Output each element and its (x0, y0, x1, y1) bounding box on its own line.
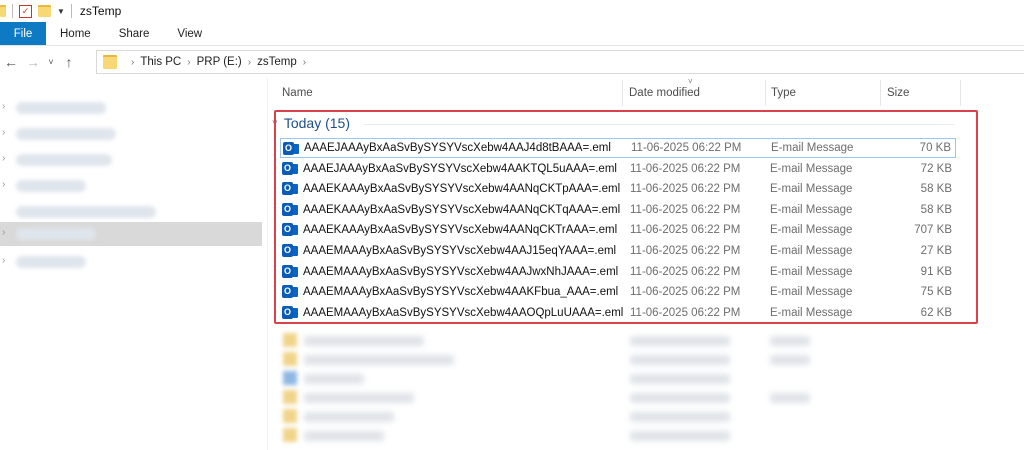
recent-locations-icon[interactable]: ˅ (44, 57, 58, 67)
ribbon-tabs: File Home Share View (0, 22, 1024, 46)
tab-view[interactable]: View (163, 22, 216, 45)
new-folder-icon[interactable] (38, 5, 51, 17)
nav-item[interactable] (0, 200, 262, 224)
column-header-name[interactable]: Name (282, 80, 313, 106)
nav-item[interactable]: › (0, 250, 262, 274)
column-divider[interactable] (880, 80, 881, 106)
expand-chevron-icon[interactable]: › (2, 255, 5, 266)
address-bar[interactable]: › This PC › PRP (E:) › zsTemp › (96, 50, 1024, 74)
window-title: zsTemp (79, 4, 122, 18)
title-separator (70, 4, 72, 18)
tab-share[interactable]: Share (105, 22, 164, 45)
column-header-date[interactable]: Date modified (629, 80, 700, 106)
expand-chevron-icon[interactable]: › (2, 101, 5, 112)
folder-icon (0, 5, 6, 17)
tab-home[interactable]: Home (46, 22, 105, 45)
expand-chevron-icon[interactable]: › (2, 127, 5, 138)
breadcrumb-drive[interactable]: PRP (E:) (197, 56, 242, 68)
nav-item-selected[interactable]: › (0, 222, 262, 246)
expand-chevron-icon[interactable]: › (2, 227, 5, 238)
breadcrumb-this-pc[interactable]: This PC (140, 56, 181, 68)
folder-icon (103, 55, 117, 69)
expand-chevron-icon[interactable]: › (2, 153, 5, 164)
quick-access-dropdown-icon[interactable]: ▼ (57, 7, 65, 16)
breadcrumb-folder[interactable]: zsTemp (257, 56, 297, 68)
highlight-box (274, 110, 978, 324)
forward-icon[interactable]: → (22, 54, 44, 70)
title-bar: ✓ ▼ zsTemp (0, 0, 1024, 22)
up-icon[interactable]: ↑ (58, 54, 80, 70)
nav-item[interactable]: › (0, 174, 262, 198)
navigation-pane: › › › › › › (0, 88, 262, 450)
properties-icon[interactable]: ✓ (19, 4, 32, 18)
column-divider[interactable] (960, 80, 961, 106)
expand-chevron-icon[interactable]: › (2, 179, 5, 190)
navigation-bar: ← → ˅ ↑ › This PC › PRP (E:) › zsTemp › (0, 48, 1024, 76)
nav-item[interactable]: › (0, 122, 262, 146)
column-header-size[interactable]: Size (887, 80, 909, 106)
pane-divider[interactable] (267, 78, 268, 450)
breadcrumb-chevron-icon[interactable]: › (131, 57, 134, 68)
title-separator (12, 4, 13, 18)
breadcrumb-chevron-icon[interactable]: › (303, 57, 306, 68)
column-divider[interactable] (765, 80, 766, 106)
tab-file[interactable]: File (0, 22, 46, 45)
back-icon[interactable]: ← (0, 54, 22, 70)
breadcrumb-chevron-icon[interactable]: › (248, 57, 251, 68)
breadcrumb-chevron-icon[interactable]: › (187, 57, 190, 68)
column-divider[interactable] (622, 80, 623, 106)
column-header-type[interactable]: Type (771, 80, 796, 106)
nav-item[interactable]: › (0, 96, 262, 120)
nav-item[interactable]: › (0, 148, 262, 172)
